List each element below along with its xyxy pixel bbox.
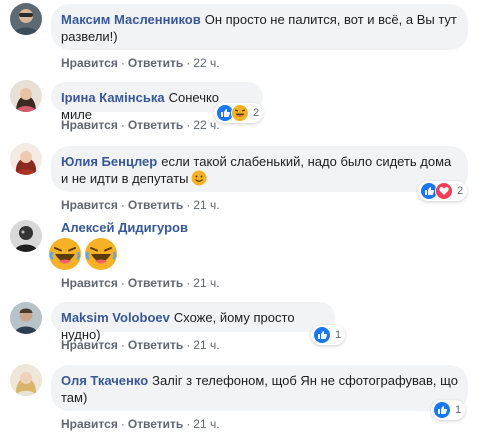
comment-actions: Нравится · Ответить · 21 ч.	[61, 276, 220, 290]
avatar[interactable]	[10, 220, 42, 252]
reactions-badge[interactable]: 1	[311, 325, 346, 345]
timestamp[interactable]: 21 ч.	[193, 198, 219, 212]
reply-link[interactable]: Ответить	[128, 338, 183, 352]
comment-author[interactable]: Максим Масленников	[61, 12, 201, 27]
laugh-emoji	[48, 237, 82, 271]
laugh-emoji	[84, 237, 118, 271]
comment-actions: Нравится · Ответить · 21 ч.	[61, 417, 220, 431]
comment-actions: Нравится · Ответить · 22 ч.	[61, 56, 220, 70]
reply-link[interactable]: Ответить	[128, 198, 183, 212]
like-icon	[313, 326, 331, 344]
reply-link[interactable]: Ответить	[128, 417, 183, 431]
comment-author[interactable]: Алексей Дидигуров	[61, 220, 188, 235]
reply-link[interactable]: Ответить	[128, 276, 183, 290]
avatar[interactable]	[10, 143, 42, 175]
comment-bubble: Maksim Voloboev Схоже, йому просто нудно)	[51, 302, 335, 342]
like-link[interactable]: Нравится	[61, 276, 118, 290]
reply-link[interactable]: Ответить	[128, 56, 183, 70]
comment-bubble: Максим Масленников Он просто не палится, …	[51, 4, 468, 50]
timestamp[interactable]: 22 ч.	[193, 56, 219, 70]
timestamp[interactable]: 21 ч.	[193, 417, 219, 431]
comment-actions: Нравится · Ответить · 21 ч.	[61, 338, 220, 352]
timestamp[interactable]: 21 ч.	[193, 276, 219, 290]
comment-actions: Нравится · Ответить · 21 ч.	[61, 198, 220, 212]
comment-author[interactable]: Оля Ткаченко	[61, 373, 148, 388]
like-link[interactable]: Нравится	[61, 417, 118, 431]
comment-author[interactable]: Ірина Камінська	[61, 90, 165, 105]
reaction-count: 1	[455, 404, 462, 416]
reaction-count: 2	[253, 107, 260, 119]
comment-bubble: Оля Ткаченко Заліг з телефоном, щоб Ян не…	[51, 365, 468, 411]
reactions-badge[interactable]: 2	[214, 103, 264, 123]
comment-author[interactable]: Maksim Voloboev	[61, 310, 170, 325]
like-icon	[433, 401, 451, 419]
like-link[interactable]: Нравится	[61, 56, 118, 70]
reaction-count: 1	[335, 329, 342, 341]
love-icon	[435, 182, 453, 200]
timestamp[interactable]: 21 ч.	[193, 338, 219, 352]
avatar[interactable]	[10, 364, 42, 396]
comment-bubble: Юлия Бенцлер если такой слабенький, надо …	[51, 146, 468, 192]
comment-author[interactable]: Юлия Бенцлер	[61, 154, 157, 169]
timestamp[interactable]: 22 ч.	[193, 118, 219, 132]
laugh-icon	[231, 104, 249, 122]
comment-actions: Нравится · Ответить · 22 ч.	[61, 118, 220, 132]
avatar[interactable]	[10, 302, 42, 334]
avatar[interactable]	[10, 80, 42, 112]
reply-link[interactable]: Ответить	[128, 118, 183, 132]
like-link[interactable]: Нравится	[61, 118, 118, 132]
reactions-badge[interactable]: 2	[418, 181, 468, 201]
like-link[interactable]: Нравится	[61, 198, 118, 212]
reactions-badge[interactable]: 1	[431, 400, 466, 420]
reaction-count: 2	[457, 185, 464, 197]
like-link[interactable]: Нравится	[61, 338, 118, 352]
smile-emoji	[191, 170, 207, 186]
avatar[interactable]	[10, 3, 42, 35]
